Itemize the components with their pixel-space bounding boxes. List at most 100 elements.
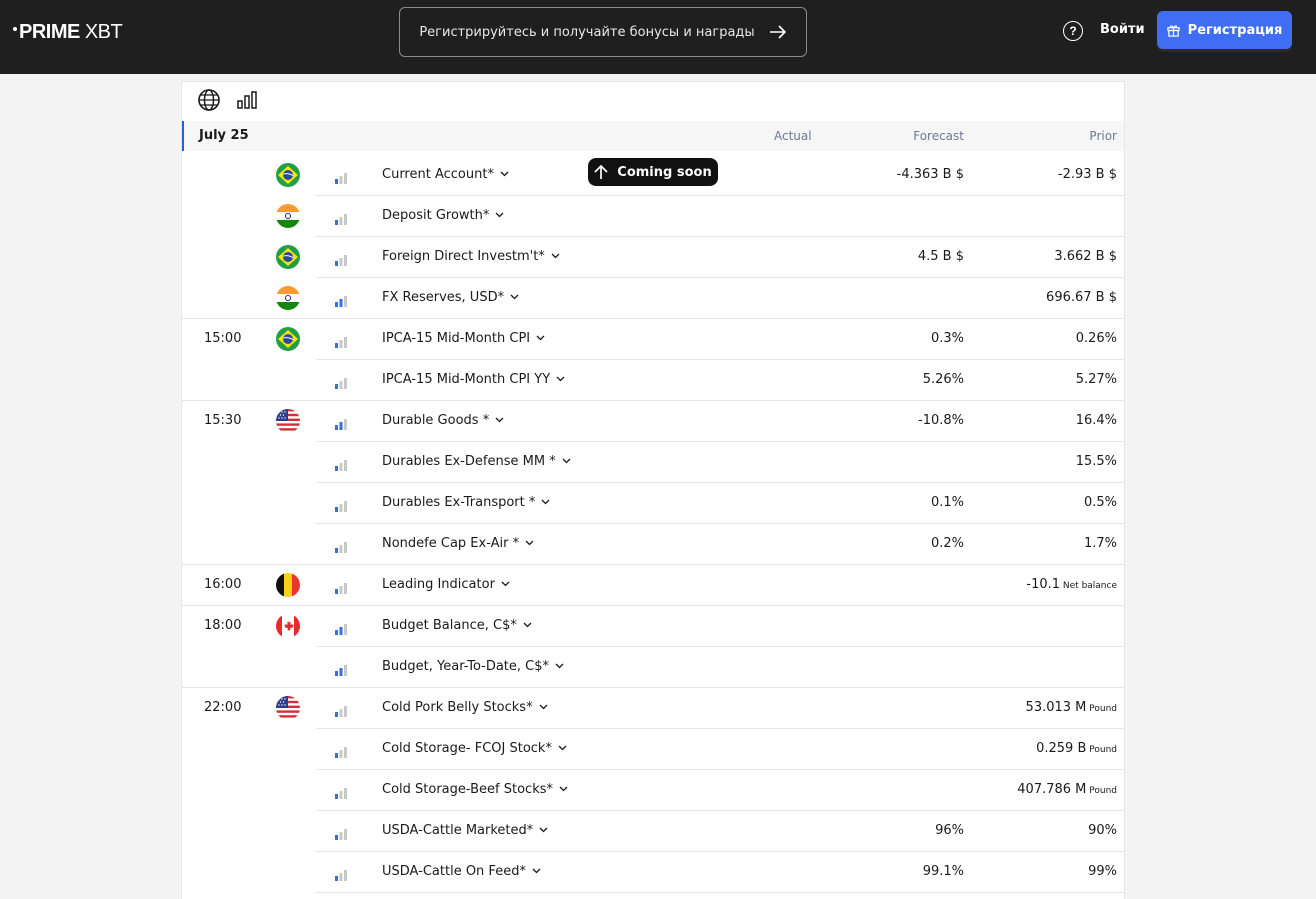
- event-prior: 0.5%: [1084, 495, 1117, 510]
- chevron-down-icon[interactable]: [558, 740, 567, 755]
- event-row[interactable]: FX Reserves, USD* 696.67 B $: [182, 278, 1124, 319]
- event-row[interactable]: Cold Storage-Beef Stocks* 407.786 M Pound: [182, 770, 1124, 811]
- login-link[interactable]: Войти: [1100, 22, 1145, 37]
- importance-icon: [335, 620, 347, 635]
- event-name[interactable]: Leading Indicator: [382, 577, 510, 592]
- event-name[interactable]: IPCA-15 Mid-Month CPI: [382, 331, 545, 346]
- chevron-down-icon[interactable]: [501, 576, 510, 591]
- chevron-down-icon[interactable]: [510, 289, 519, 304]
- importance-icon: [335, 456, 347, 471]
- event-time: 15:30: [204, 413, 242, 428]
- event-row[interactable]: Durables Ex-Defense MM * 15.5%: [182, 442, 1124, 483]
- importance-icon: [335, 538, 347, 553]
- event-name-text: IPCA-15 Mid-Month CPI YY: [382, 372, 551, 387]
- importance-filter-icon[interactable]: [221, 91, 257, 113]
- event-time: 15:00: [204, 331, 242, 346]
- globe-icon[interactable]: [197, 88, 221, 116]
- logo-xbt-text: XBT: [84, 20, 123, 43]
- event-forecast: 0.3%: [930, 331, 964, 346]
- event-name[interactable]: Nondefe Cap Ex-Air *: [382, 536, 534, 551]
- event-prior: -10.1 Net balance: [1026, 577, 1117, 592]
- event-list: Current Account* -4.363 B $ -2.93 B $ Depos…: [182, 155, 1124, 893]
- event-row[interactable]: USDA-Cattle Marketed* 96% 90%: [182, 811, 1124, 852]
- chevron-down-icon[interactable]: [539, 822, 548, 837]
- event-row[interactable]: 18:00 Budget Balance, C$*: [182, 606, 1124, 647]
- event-name[interactable]: Durable Goods *: [382, 413, 504, 428]
- event-name[interactable]: Cold Storage- FCOJ Stock*: [382, 741, 567, 756]
- importance-icon: [335, 210, 347, 225]
- event-name[interactable]: Durables Ex-Defense MM *: [382, 454, 571, 469]
- event-name[interactable]: Cold Pork Belly Stocks*: [382, 700, 548, 715]
- event-row[interactable]: Deposit Growth*: [182, 196, 1124, 237]
- chevron-down-icon[interactable]: [556, 371, 565, 386]
- event-row[interactable]: IPCA-15 Mid-Month CPI YY 5.26% 5.27%: [182, 360, 1124, 401]
- event-name[interactable]: Foreign Direct Investm't*: [382, 249, 560, 264]
- chevron-down-icon[interactable]: [532, 863, 541, 878]
- event-prior: 0.259 B Pound: [1036, 741, 1117, 756]
- importance-icon: [335, 579, 347, 594]
- event-name[interactable]: Deposit Growth*: [382, 208, 504, 223]
- chevron-down-icon[interactable]: [523, 617, 532, 632]
- importance-icon: [335, 497, 347, 512]
- register-button[interactable]: Регистрация: [1157, 11, 1292, 49]
- event-name-text: FX Reserves, USD*: [382, 290, 505, 305]
- event-row[interactable]: Cold Storage- FCOJ Stock* 0.259 B Pound: [182, 729, 1124, 770]
- logo-dot: [13, 27, 17, 31]
- event-name-text: Deposit Growth*: [382, 208, 490, 223]
- event-row[interactable]: 15:30 Durable Goods * -10.8% 16.4%: [182, 401, 1124, 442]
- prior-value: 5.27%: [1075, 372, 1117, 387]
- usa-flag-icon: [276, 409, 300, 433]
- event-name-text: Cold Storage-Beef Stocks*: [382, 782, 553, 797]
- prior-unit: Net balance: [1060, 581, 1117, 591]
- prior-value: 53.013 M: [1025, 700, 1087, 715]
- event-name[interactable]: IPCA-15 Mid-Month CPI YY: [382, 372, 565, 387]
- event-row[interactable]: 16:00 Leading Indicator -10.1 Net balance: [182, 565, 1124, 606]
- event-name-text: Budget Balance, C$*: [382, 618, 517, 633]
- event-name[interactable]: Budget Balance, C$*: [382, 618, 532, 633]
- column-header-forecast: Forecast: [913, 129, 964, 143]
- usa-flag-icon: [276, 696, 300, 720]
- chevron-down-icon[interactable]: [562, 453, 571, 468]
- event-prior: 0.26%: [1076, 331, 1117, 346]
- chevron-down-icon[interactable]: [539, 699, 548, 714]
- event-row[interactable]: Nondefe Cap Ex-Air * 0.2% 1.7%: [182, 524, 1124, 565]
- help-icon[interactable]: ?: [1063, 21, 1083, 41]
- primexbt-logo[interactable]: PRIME XBT: [13, 20, 123, 44]
- event-row[interactable]: Budget, Year-To-Date, C$*: [182, 647, 1124, 688]
- event-name[interactable]: Cold Storage-Beef Stocks*: [382, 782, 568, 797]
- event-row[interactable]: 15:00 IPCA-15 Mid-Month CPI 0.3% 0.26%: [182, 319, 1124, 360]
- event-name[interactable]: Current Account*: [382, 167, 509, 182]
- promo-banner-button[interactable]: Регистрируйтесь и получайте бонусы и наг…: [399, 7, 807, 57]
- event-row[interactable]: Foreign Direct Investm't* 4.5 B $ 3.662 B …: [182, 237, 1124, 278]
- event-forecast: 99.1%: [922, 864, 964, 879]
- chevron-down-icon[interactable]: [541, 494, 550, 509]
- prior-value: 0.26%: [1075, 331, 1117, 346]
- event-prior: 1.7%: [1084, 536, 1117, 551]
- chevron-down-icon[interactable]: [500, 166, 509, 181]
- event-name[interactable]: FX Reserves, USD*: [382, 290, 519, 305]
- event-row[interactable]: 22:00 Cold Pork Belly Stocks* 53.013 M Pou…: [182, 688, 1124, 729]
- chevron-down-icon[interactable]: [559, 781, 568, 796]
- event-forecast: -4.363 B $: [896, 167, 964, 182]
- chevron-down-icon[interactable]: [555, 658, 564, 673]
- chevron-down-icon[interactable]: [495, 412, 504, 427]
- event-name[interactable]: USDA-Cattle On Feed*: [382, 864, 541, 879]
- chevron-down-icon[interactable]: [525, 535, 534, 550]
- event-name[interactable]: Budget, Year-To-Date, C$*: [382, 659, 564, 674]
- importance-icon: [335, 743, 347, 758]
- chevron-down-icon[interactable]: [551, 248, 560, 263]
- event-prior: 99%: [1088, 864, 1117, 879]
- event-name[interactable]: Durables Ex-Transport *: [382, 495, 550, 510]
- chevron-down-icon[interactable]: [536, 330, 545, 345]
- chevron-down-icon[interactable]: [495, 207, 504, 222]
- event-row[interactable]: Durables Ex-Transport * 0.1% 0.5%: [182, 483, 1124, 524]
- event-name-text: Budget, Year-To-Date, C$*: [382, 659, 550, 674]
- event-forecast: -10.8%: [918, 413, 964, 428]
- event-row[interactable]: USDA-Cattle On Feed* 99.1% 99%: [182, 852, 1124, 893]
- brazil-flag-icon: [276, 327, 300, 351]
- prior-value: 90%: [1088, 823, 1117, 838]
- event-name-text: Durables Ex-Defense MM *: [382, 454, 556, 469]
- calendar-toolbar: [197, 88, 257, 116]
- event-name[interactable]: USDA-Cattle Marketed*: [382, 823, 548, 838]
- event-name-text: Cold Pork Belly Stocks*: [382, 700, 533, 715]
